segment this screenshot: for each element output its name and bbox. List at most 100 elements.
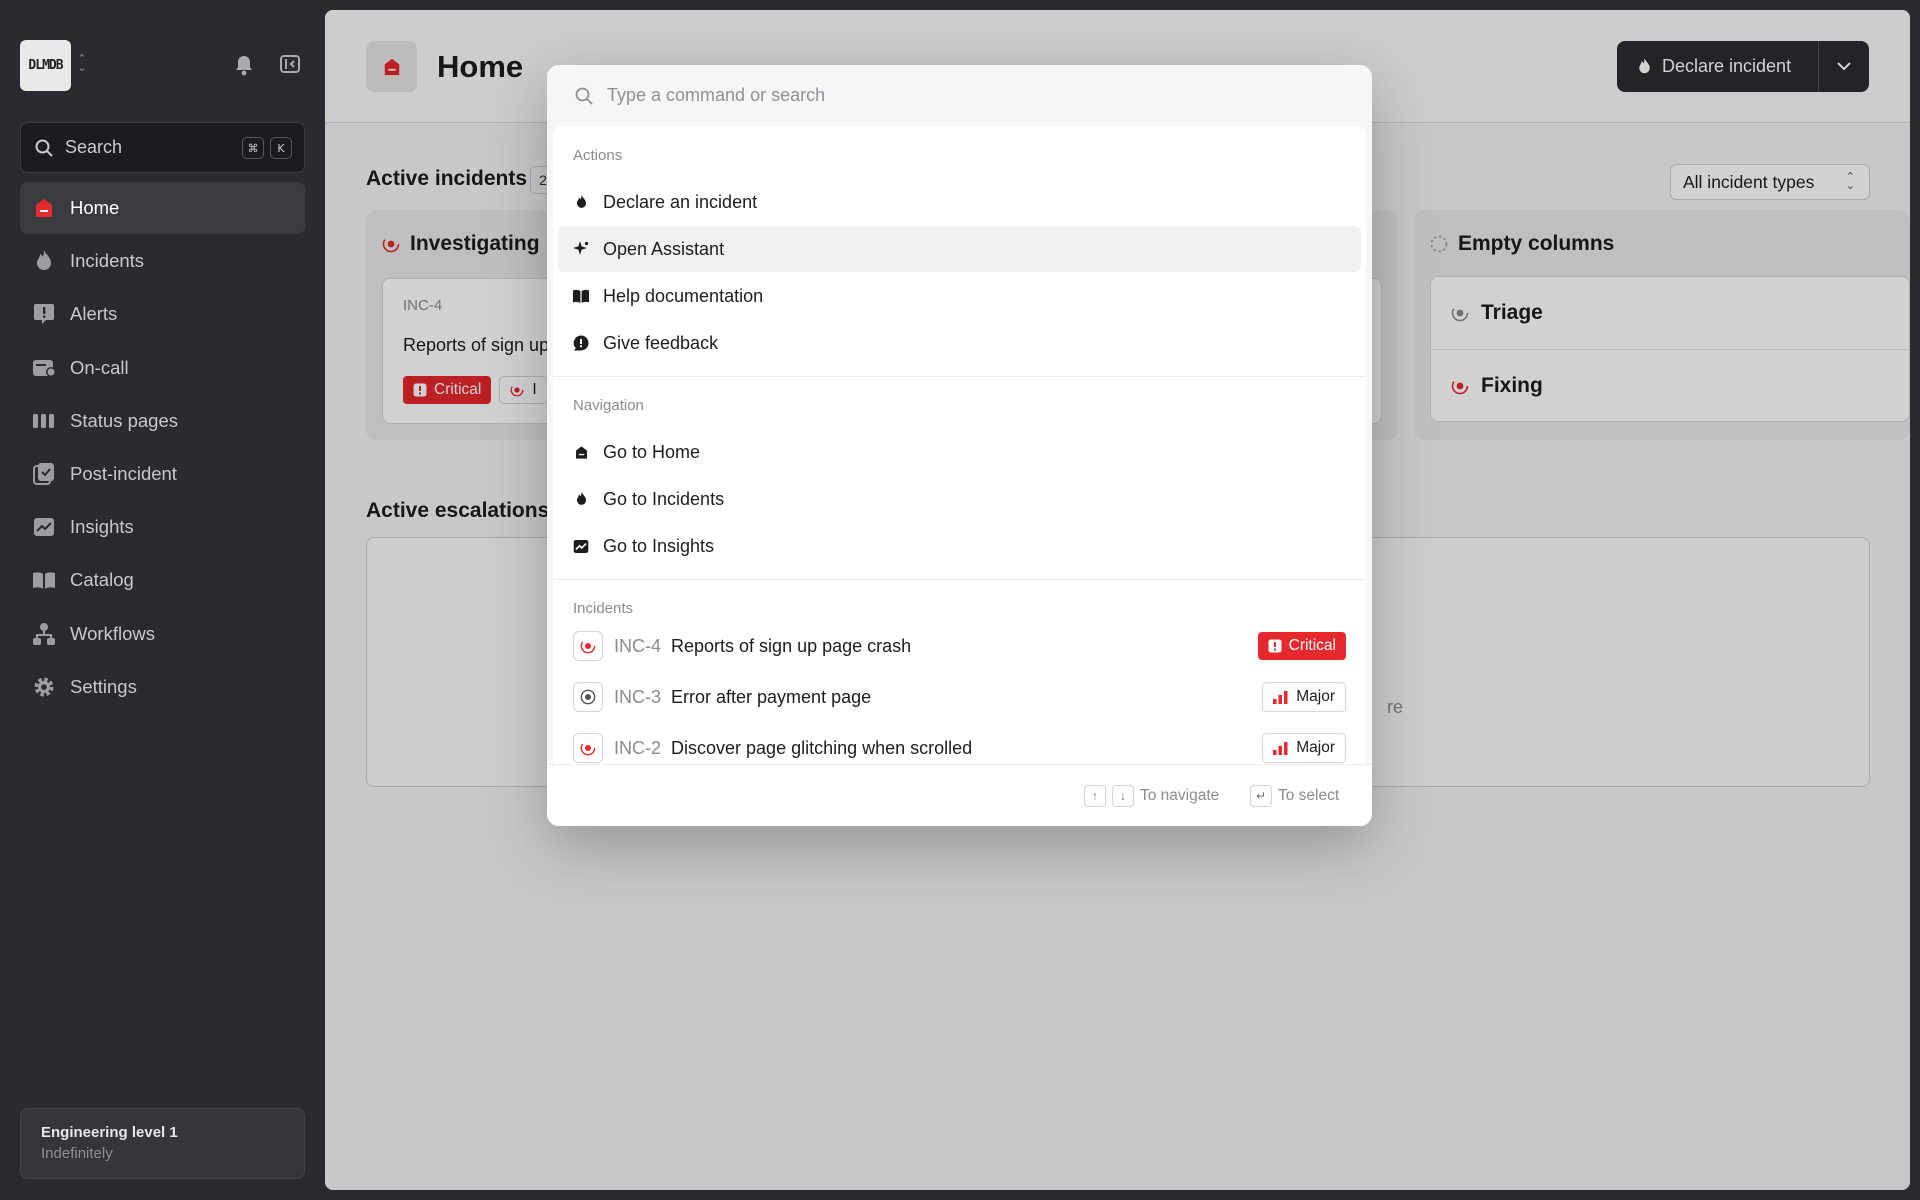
- flame-icon: [573, 194, 589, 210]
- group-label-navigation: Navigation: [573, 397, 644, 414]
- sidebar-item-workflows[interactable]: Workflows: [20, 608, 305, 660]
- cmd-label: Go to Insights: [603, 535, 715, 556]
- cmd-label: Help documentation: [603, 285, 764, 306]
- select-hint-label: To select: [1278, 787, 1340, 804]
- gear-icon: [32, 675, 56, 699]
- navigate-hint-label: To navigate: [1140, 787, 1220, 804]
- org-logo[interactable]: DLMDB: [20, 40, 71, 91]
- cmd-open-assistant[interactable]: Open Assistant: [558, 226, 1361, 272]
- sidebar-item-home[interactable]: Home: [20, 182, 305, 234]
- enter-key: ↵: [1250, 785, 1272, 807]
- bell-icon[interactable]: [234, 54, 254, 81]
- cmd-go-to-insights[interactable]: Go to Insights: [558, 523, 1361, 569]
- sidebar-nav: Home Incidents Alerts On-call Status pag…: [20, 182, 305, 714]
- sidebar-item-incidents[interactable]: Incidents: [20, 235, 305, 287]
- sidebar-item-label: Status pages: [70, 409, 178, 431]
- incident-title: Error after payment page: [671, 686, 872, 707]
- group-label-incidents: Incidents: [573, 600, 634, 617]
- cmd-incident-row[interactable]: INC-2 Discover page glitching when scrol…: [573, 728, 1346, 768]
- investigating-status-icon: [573, 733, 603, 763]
- incident-title: Reports of sign up page crash: [671, 635, 912, 656]
- incident-id: INC-3: [614, 686, 662, 707]
- arrow-up-key: ↑: [1084, 785, 1106, 807]
- investigating-status-icon: [573, 631, 603, 661]
- sidebar-item-label: Incidents: [70, 250, 145, 272]
- status-pages-icon: [32, 409, 56, 433]
- group-label-actions: Actions: [573, 147, 623, 164]
- search-label: Search: [65, 137, 123, 157]
- flame-icon: [573, 491, 589, 507]
- alert-icon: [32, 302, 56, 326]
- sidebar-item-settings[interactable]: Settings: [20, 661, 305, 713]
- sparkle-icon: [573, 241, 589, 257]
- sidebar-item-insights[interactable]: Insights: [20, 501, 305, 553]
- profile-status: Indefinitely: [41, 1145, 113, 1162]
- sidebar-item-label: Home: [70, 197, 120, 218]
- sidebar-search[interactable]: Search ⌘ K: [20, 122, 305, 173]
- command-palette-footer: ↑ ↓ To navigate ↵ To select: [547, 764, 1372, 826]
- insights-icon: [32, 515, 56, 539]
- incident-id: INC-4: [614, 635, 662, 656]
- cmd-go-to-home[interactable]: Go to Home: [558, 429, 1361, 475]
- monitoring-status-icon: [573, 682, 603, 712]
- sidebar-item-status-pages[interactable]: Status pages: [20, 395, 305, 447]
- severity-badge: Critical: [1257, 632, 1346, 660]
- search-icon: [35, 139, 53, 157]
- severity-bars-icon: [1273, 690, 1288, 704]
- sidebar-item-alerts[interactable]: Alerts: [20, 288, 305, 340]
- sidebar-item-label: Settings: [70, 675, 137, 697]
- group-divider: [553, 579, 1366, 580]
- sidebar-item-post-incident[interactable]: Post-incident: [20, 448, 305, 500]
- sidebar-item-label: Catalog: [70, 569, 134, 591]
- cmd-label: Declare an incident: [603, 191, 758, 212]
- cmd-declare-incident[interactable]: Declare an incident: [558, 179, 1361, 225]
- catalog-icon: [32, 568, 56, 592]
- user-status-card[interactable]: Engineering level 1 Indefinitely: [20, 1108, 305, 1179]
- severity-bars-icon: [1273, 741, 1288, 755]
- insights-icon: [573, 538, 589, 554]
- cmd-label: Open Assistant: [603, 238, 725, 259]
- collapse-sidebar-icon[interactable]: [280, 55, 300, 78]
- incident-id: INC-2: [614, 737, 662, 758]
- incident-title: Discover page glitching when scrolled: [671, 737, 973, 758]
- select-hint: ↵ To select: [1250, 785, 1339, 807]
- sidebar: DLMDB ⌃ ⌄ Search ⌘ K Home Incidents Alert…: [0, 0, 325, 1200]
- cmd-label: Give feedback: [603, 332, 719, 353]
- sidebar-item-label: On-call: [70, 356, 129, 378]
- org-switcher-chevron-icon[interactable]: ⌃ ⌄: [77, 54, 87, 74]
- critical-icon: [1268, 639, 1282, 653]
- cmd-key: ⌘: [242, 137, 264, 159]
- severity-label: Major: [1296, 739, 1335, 756]
- cmd-incident-row[interactable]: INC-3 Error after payment page Major: [573, 677, 1346, 717]
- home-icon: [32, 196, 56, 220]
- feedback-icon: [573, 335, 589, 351]
- post-incident-icon: [32, 462, 56, 486]
- severity-badge: Major: [1262, 682, 1346, 712]
- navigate-hint: ↑ ↓ To navigate: [1084, 785, 1219, 807]
- cmd-go-to-incidents[interactable]: Go to Incidents: [558, 476, 1361, 522]
- book-icon: [573, 288, 589, 304]
- home-icon: [573, 444, 589, 460]
- sidebar-item-label: Insights: [70, 516, 134, 538]
- cmd-help-documentation[interactable]: Help documentation: [558, 273, 1361, 319]
- sidebar-item-label: Post-incident: [70, 462, 177, 484]
- cmd-label: Go to Incidents: [603, 488, 725, 509]
- severity-label: Major: [1296, 688, 1335, 705]
- search-shortcut: ⌘ K: [242, 137, 292, 159]
- sidebar-item-label: Alerts: [70, 303, 118, 325]
- cmd-incident-row[interactable]: INC-4 Reports of sign up page crash Crit…: [573, 626, 1346, 666]
- cmd-give-feedback[interactable]: Give feedback: [558, 320, 1361, 366]
- cmd-label: Go to Home: [603, 441, 701, 462]
- oncall-icon: [32, 356, 56, 380]
- k-key: K: [270, 137, 292, 159]
- sidebar-item-on-call[interactable]: On-call: [20, 342, 305, 394]
- command-search-placeholder: Type a command or search: [607, 85, 826, 105]
- search-icon: [575, 87, 593, 105]
- profile-name: Engineering level 1: [41, 1124, 178, 1141]
- arrow-down-key: ↓: [1112, 785, 1134, 807]
- command-palette: Type a command or search Actions Declare…: [547, 65, 1372, 826]
- command-search-input[interactable]: Type a command or search: [547, 65, 1372, 126]
- sidebar-item-label: Workflows: [70, 622, 155, 644]
- group-divider: [553, 376, 1366, 377]
- sidebar-item-catalog[interactable]: Catalog: [20, 554, 305, 606]
